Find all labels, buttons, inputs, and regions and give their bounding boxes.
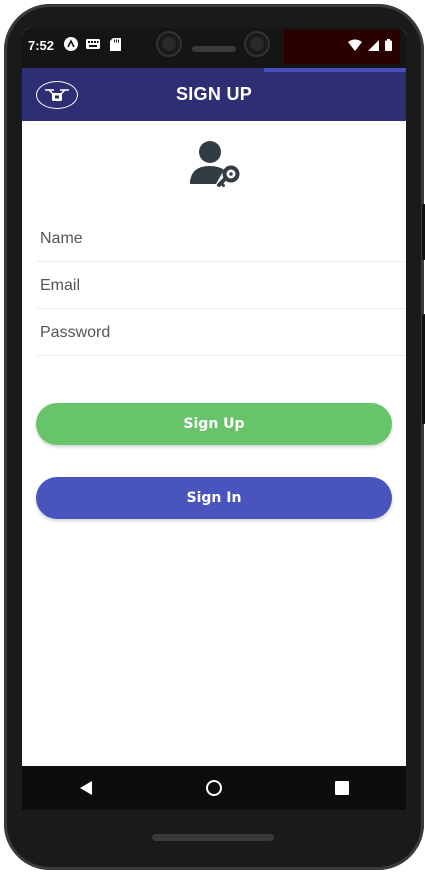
front-camera-right (246, 33, 268, 55)
app-notification-icon (64, 37, 78, 51)
page-title: SIGN UP (175, 84, 253, 104)
phone-screen: 7:52 SIGN UP Name Email Sign Up Sign In (22, 28, 406, 810)
status-notification-icons (64, 37, 122, 51)
home-circle-icon[interactable] (194, 768, 234, 808)
battery-icon (385, 38, 392, 56)
sd-card-icon (108, 37, 122, 51)
password-field[interactable] (36, 310, 406, 356)
name-field[interactable] (36, 216, 406, 262)
status-time: 7:52 (28, 38, 55, 53)
earpiece-speaker (192, 46, 236, 52)
app-bar: SIGN UP (22, 68, 406, 121)
recents-square-icon[interactable] (322, 768, 362, 808)
back-triangle-icon[interactable] (66, 768, 106, 808)
wifi-icon (348, 38, 362, 56)
user-key-icon (190, 140, 240, 188)
email-field[interactable] (36, 263, 406, 309)
cellular-signal-icon (368, 38, 379, 56)
status-accent-bar (264, 68, 406, 72)
status-system-icons (284, 30, 400, 64)
status-bar: 7:52 (22, 28, 406, 68)
password-input[interactable] (36, 310, 406, 355)
sign-up-button[interactable]: Sign Up (36, 403, 392, 445)
sign-in-button[interactable]: Sign In (36, 477, 392, 519)
system-navigation-bar (22, 766, 406, 810)
bottom-speaker-grille (152, 834, 274, 841)
keyboard-icon (86, 37, 100, 51)
front-camera-left (158, 33, 180, 55)
email-input[interactable] (36, 263, 406, 308)
name-input[interactable] (36, 216, 406, 261)
